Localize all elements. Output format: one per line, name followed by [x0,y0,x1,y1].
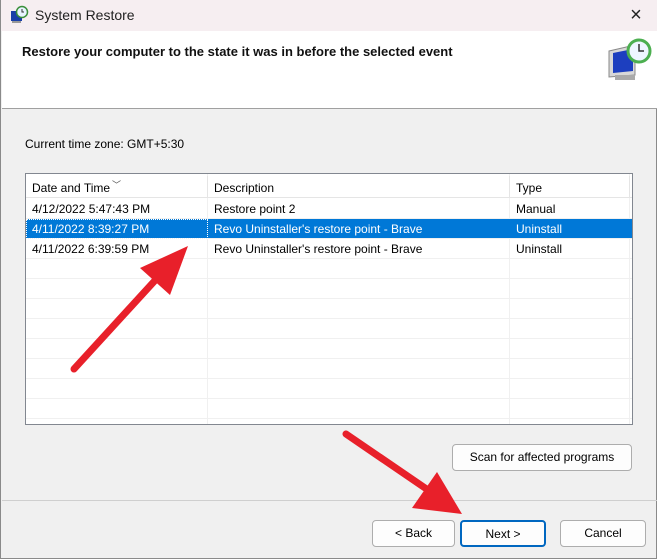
close-button[interactable]: × [624,4,648,26]
title-bar: System Restore × [1,0,657,31]
list-header: Date and Time ﹀ Description Type [26,176,632,198]
restore-points-list[interactable]: Date and Time ﹀ Description Type 4/12/202… [25,173,633,425]
system-restore-window: System Restore × Restore your computer t… [0,0,657,559]
column-header-description[interactable]: Description [208,176,510,198]
column-header-date[interactable]: Date and Time ﹀ [26,176,208,198]
row-description: Revo Uninstaller's restore point - Brave [214,242,423,256]
table-row[interactable]: 4/12/2022 5:47:43 PM Restore point 2 Man… [26,199,632,219]
back-button[interactable]: < Back [372,520,455,547]
row-date: 4/11/2022 8:39:27 PM [26,219,208,239]
scan-affected-programs-button[interactable]: Scan for affected programs [452,444,632,471]
footer-divider [2,500,657,501]
next-button[interactable]: Next > [460,520,546,547]
header-text: Restore your computer to the state it wa… [22,44,453,59]
header-panel: Restore your computer to the state it wa… [2,31,657,109]
system-restore-large-icon [608,38,652,80]
table-row[interactable]: 4/11/2022 6:39:59 PM Revo Uninstaller's … [26,239,632,259]
system-restore-icon [11,5,29,23]
cancel-button[interactable]: Cancel [560,520,646,547]
table-row-selected[interactable]: 4/11/2022 8:39:27 PM Revo Uninstaller's … [26,219,632,239]
row-type: Uninstall [516,242,563,256]
timezone-label: Current time zone: GMT+5:30 [25,137,185,151]
row-date: 4/11/2022 6:39:59 PM [32,242,150,256]
row-date: 4/12/2022 5:47:43 PM [32,202,151,216]
row-type: Uninstall [516,222,563,236]
row-description: Restore point 2 [214,202,296,216]
row-type: Manual [516,202,556,216]
column-header-type[interactable]: Type [510,176,630,198]
window-title: System Restore [35,7,135,23]
sort-chevron-icon: ﹀ [112,180,122,190]
row-description: Revo Uninstaller's restore point - Brave [214,222,423,236]
